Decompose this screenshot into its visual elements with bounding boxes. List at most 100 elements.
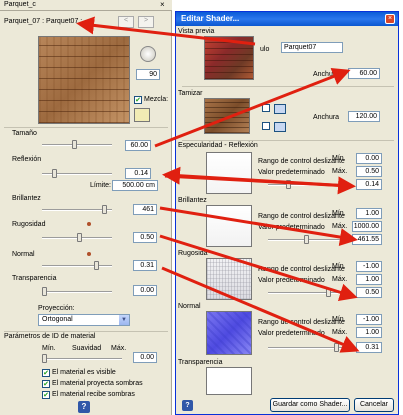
mix-checkbox[interactable]: ✔ bbox=[134, 96, 142, 104]
rug-rango-label: Rango de control deslizante bbox=[258, 266, 345, 273]
edit-shader-dialog: Editar Shader... × Vista previa ulo Parq… bbox=[175, 11, 399, 415]
rug-value-field[interactable]: 0.50 bbox=[356, 287, 382, 298]
titulo-field[interactable]: Parquet07 bbox=[281, 42, 343, 53]
bri-rango-label: Rango de control deslizante bbox=[258, 213, 345, 220]
receive-shadow-checkbox[interactable]: ✔ bbox=[42, 391, 50, 399]
visible-checkbox[interactable]: ✔ bbox=[42, 369, 50, 377]
espec-preview[interactable] bbox=[206, 152, 252, 194]
texture-preview[interactable] bbox=[38, 36, 130, 124]
espec-rango-label: Rango de control deslizante bbox=[258, 158, 345, 165]
nor-valor-label: Valor predeterminado bbox=[258, 330, 325, 337]
rotation-knob[interactable] bbox=[140, 46, 156, 62]
bri-max-label: Máx. bbox=[332, 223, 348, 230]
transparencia-preview[interactable] bbox=[206, 367, 252, 395]
nor-value-field[interactable]: 0.31 bbox=[356, 342, 382, 353]
brillantez-label: Brillantez bbox=[12, 195, 41, 202]
rug-min-field[interactable]: -1.00 bbox=[356, 261, 382, 272]
divider bbox=[4, 127, 168, 128]
receive-shadow-label: El material recibe sombras bbox=[52, 391, 135, 398]
tamano-slider-thumb[interactable] bbox=[72, 140, 77, 149]
rug-max-field[interactable]: 1.00 bbox=[356, 274, 382, 285]
reflexion-slider-thumb[interactable] bbox=[52, 169, 57, 178]
save-as-shader-button[interactable]: Guardar como Shader... bbox=[270, 398, 350, 412]
prev-button[interactable]: < bbox=[118, 16, 134, 28]
normal-slider[interactable] bbox=[42, 265, 112, 267]
brillantez-preview[interactable] bbox=[206, 205, 252, 247]
rug-slider[interactable] bbox=[268, 292, 348, 294]
close-icon[interactable]: × bbox=[385, 14, 395, 24]
nor-max-label: Máx. bbox=[332, 329, 348, 336]
transparencia-slider-thumb[interactable] bbox=[42, 287, 47, 296]
espec-min-field[interactable]: 0.00 bbox=[356, 153, 382, 164]
layout-icon bbox=[274, 104, 286, 114]
bri-max-field[interactable]: 1000.00 bbox=[352, 221, 382, 232]
nor-max-field[interactable]: 1.00 bbox=[356, 327, 382, 338]
bri-min-field[interactable]: 1.00 bbox=[356, 208, 382, 219]
anchura-field[interactable]: 60.00 bbox=[348, 68, 380, 79]
anchura-label: Anchura bbox=[313, 71, 340, 78]
help-icon[interactable]: ? bbox=[182, 400, 193, 411]
tamizar-label: Tamizar bbox=[178, 90, 203, 97]
panel-title: Parquet_c bbox=[4, 1, 36, 8]
help-icon[interactable]: ? bbox=[78, 401, 90, 413]
suavidad-slider-thumb[interactable] bbox=[42, 354, 47, 363]
next-button[interactable]: > bbox=[138, 16, 154, 28]
brillantez-slider-thumb[interactable] bbox=[102, 205, 107, 214]
reflexion-field[interactable]: 0.14 bbox=[125, 168, 151, 179]
rugosidad-slider-thumb[interactable] bbox=[77, 233, 82, 242]
normal-field[interactable]: 0.31 bbox=[133, 260, 157, 271]
tamano-field[interactable]: 60.00 bbox=[125, 140, 151, 151]
suavidad-label: Suavidad bbox=[72, 345, 102, 352]
espec-max-label: Máx. bbox=[332, 168, 348, 175]
rugosidad-field[interactable]: 0.50 bbox=[133, 232, 157, 243]
espec-max-field[interactable]: 0.50 bbox=[356, 166, 382, 177]
chevron-down-icon[interactable]: ▼ bbox=[119, 315, 129, 325]
tamizar-swatch[interactable] bbox=[204, 98, 250, 134]
cast-shadow-checkbox[interactable]: ✔ bbox=[42, 380, 50, 388]
tamano-slider[interactable] bbox=[42, 144, 112, 146]
nor-rango-label: Rango de control deslizante bbox=[258, 319, 345, 326]
transparencia-slider[interactable] bbox=[42, 291, 112, 293]
preview-swatch[interactable] bbox=[204, 36, 254, 80]
normal-slider-thumb[interactable] bbox=[94, 261, 99, 270]
cancel-button[interactable]: Cancelar bbox=[354, 398, 394, 412]
proyeccion-select[interactable]: Ortogonal ▼ bbox=[38, 314, 130, 326]
titulo-label: ulo bbox=[260, 46, 270, 53]
transparencia-label: Transparencia bbox=[12, 275, 57, 282]
divider bbox=[4, 331, 168, 332]
normal-label: Normal bbox=[12, 251, 35, 258]
suavidad-slider[interactable] bbox=[42, 358, 122, 360]
nor-min-field[interactable]: -1.00 bbox=[356, 314, 382, 325]
transparencia-field[interactable]: 0.00 bbox=[133, 285, 157, 296]
espec-value-field[interactable]: 0.14 bbox=[356, 179, 382, 190]
anchura2-field[interactable]: 120.00 bbox=[348, 111, 380, 122]
rug-valor-label: Valor predeterminado bbox=[258, 277, 325, 284]
tamizar-checkbox-1[interactable] bbox=[262, 104, 270, 112]
brillantez-field[interactable]: 461 bbox=[133, 204, 157, 215]
proyeccion-value: Ortogonal bbox=[42, 316, 73, 323]
rugosidad-indicator-icon bbox=[87, 222, 91, 226]
bri-value-field[interactable]: 461.55 bbox=[352, 234, 382, 245]
dialog-title-bar: Editar Shader... bbox=[176, 12, 398, 26]
rugosidad-label: Rugosidad bbox=[12, 221, 46, 228]
tamizar-checkbox-2[interactable] bbox=[262, 122, 270, 130]
rugosidad-preview[interactable] bbox=[206, 258, 252, 300]
id-value-field[interactable]: 0.00 bbox=[133, 352, 157, 363]
panel-title-bar: Parquet_c × bbox=[0, 0, 172, 11]
material-name-label: Parquet_07 : Parquet07 : bbox=[4, 18, 83, 25]
espec-slider-thumb[interactable] bbox=[286, 180, 291, 189]
transparencia-dlg-label: Transparencia bbox=[178, 359, 223, 366]
rug-slider-thumb[interactable] bbox=[326, 288, 331, 297]
layout-icon bbox=[274, 122, 286, 132]
bri-slider-thumb[interactable] bbox=[304, 235, 309, 244]
cast-shadow-label: El material proyecta sombras bbox=[52, 380, 143, 387]
rotation-field[interactable]: 90 bbox=[136, 69, 160, 80]
close-icon[interactable]: × bbox=[160, 0, 165, 9]
divider bbox=[182, 140, 394, 141]
limite-field[interactable]: 500.00 cm bbox=[112, 180, 158, 191]
normal-preview[interactable] bbox=[206, 311, 252, 355]
nor-slider-thumb[interactable] bbox=[334, 343, 339, 352]
mix-color-swatch[interactable] bbox=[134, 108, 150, 122]
proyeccion-label: Proyección: bbox=[38, 305, 75, 312]
espec-slider[interactable] bbox=[268, 184, 348, 186]
